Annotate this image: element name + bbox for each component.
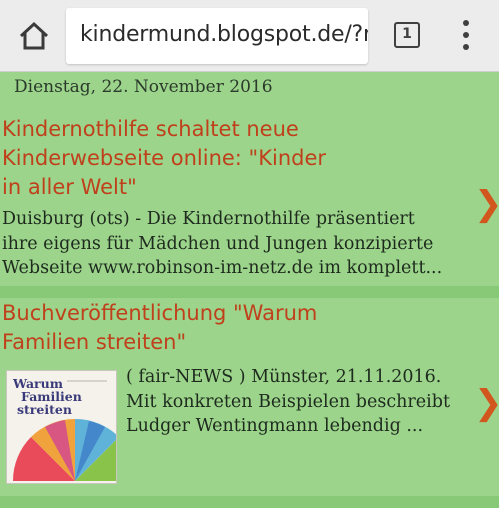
home-icon[interactable] [16, 18, 52, 54]
book-cover-title-line: streiten [17, 402, 72, 417]
snippet-line: Duisburg (ots) - Die Kindernothilfe präs… [2, 209, 415, 229]
post-date: Dienstag, 22. November 2016 [14, 77, 273, 97]
post-snippet: Duisburg (ots) - Die Kindernothilfe präs… [2, 207, 442, 281]
post-divider [0, 286, 499, 298]
post-title[interactable]: Buchveröffentlichung "Warum Familien str… [2, 299, 317, 357]
snippet-line: Webseite www.robinson-im-netz.de im komp… [2, 258, 443, 278]
snippet-line: ihre eigens für Mädchen und Jungen konzi… [2, 233, 434, 254]
post-divider [0, 496, 499, 508]
post-snippet: ( fair-NEWS ) Münster, 21.11.2016. Mit k… [126, 365, 450, 439]
post-title-line: in aller Welt" [2, 175, 137, 199]
url-text: kindermund.blogspot.de/?m [80, 22, 368, 47]
post-title-line: Buchveröffentlichung "Warum [2, 301, 318, 325]
snippet-line: ( fair-NEWS ) Münster, 21.11.2016. [126, 367, 442, 387]
overflow-menu-icon[interactable] [456, 20, 476, 50]
browser-toolbar: kindermund.blogspot.de/?m 1 [0, 0, 499, 72]
book-cover-title: Warum Familien streiten [13, 377, 82, 416]
tab-switcher-icon[interactable]: 1 [394, 22, 420, 48]
post-title[interactable]: Kindernothilfe schaltet neue Kinderwebse… [2, 115, 326, 202]
post-title-line: Familien streiten" [2, 330, 187, 354]
chevron-right-icon[interactable]: ❯ [474, 187, 499, 221]
post-title-line: Kinderwebseite online: "Kinder [2, 146, 327, 170]
snippet-line: Ludger Wentingmann lebendig ... [126, 416, 424, 436]
book-cover-thumbnail[interactable]: Warum Familien streiten [6, 370, 117, 484]
address-bar[interactable]: kindermund.blogspot.de/?m [66, 8, 368, 64]
snippet-line: Mit konkreten Beispielen beschreibt [126, 391, 450, 412]
post-title-line: Kindernothilfe schaltet neue [2, 117, 299, 141]
chevron-right-icon[interactable]: ❯ [474, 386, 499, 420]
